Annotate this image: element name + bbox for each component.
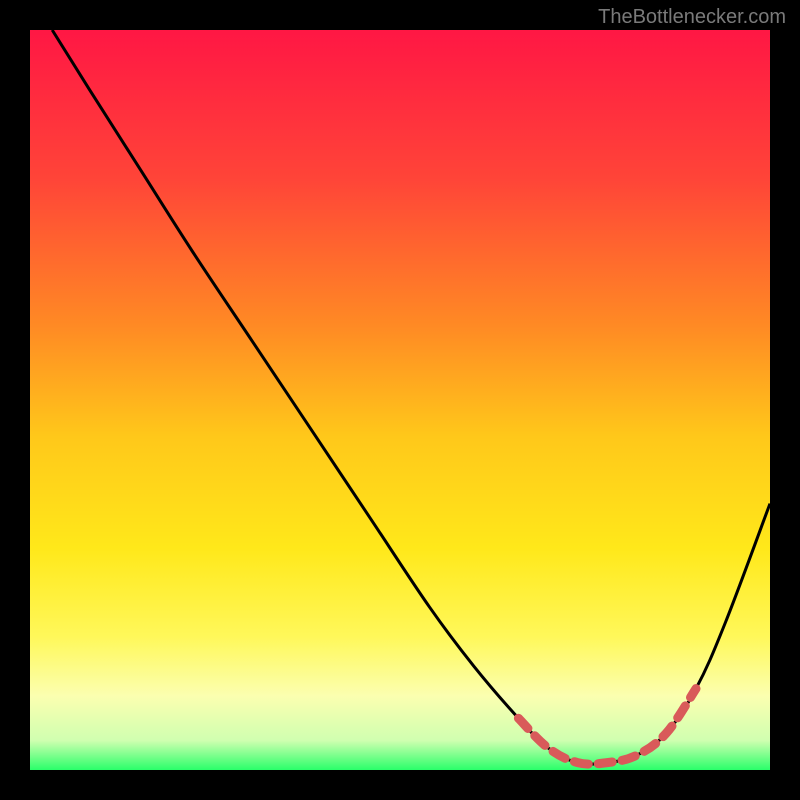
bottleneck-curve <box>52 30 770 764</box>
optimal-range-marker <box>518 689 696 765</box>
watermark-text: TheBottlenecker.com <box>598 6 786 29</box>
curve-layer <box>30 30 770 770</box>
plot-area <box>30 30 770 770</box>
chart-frame <box>0 0 800 800</box>
